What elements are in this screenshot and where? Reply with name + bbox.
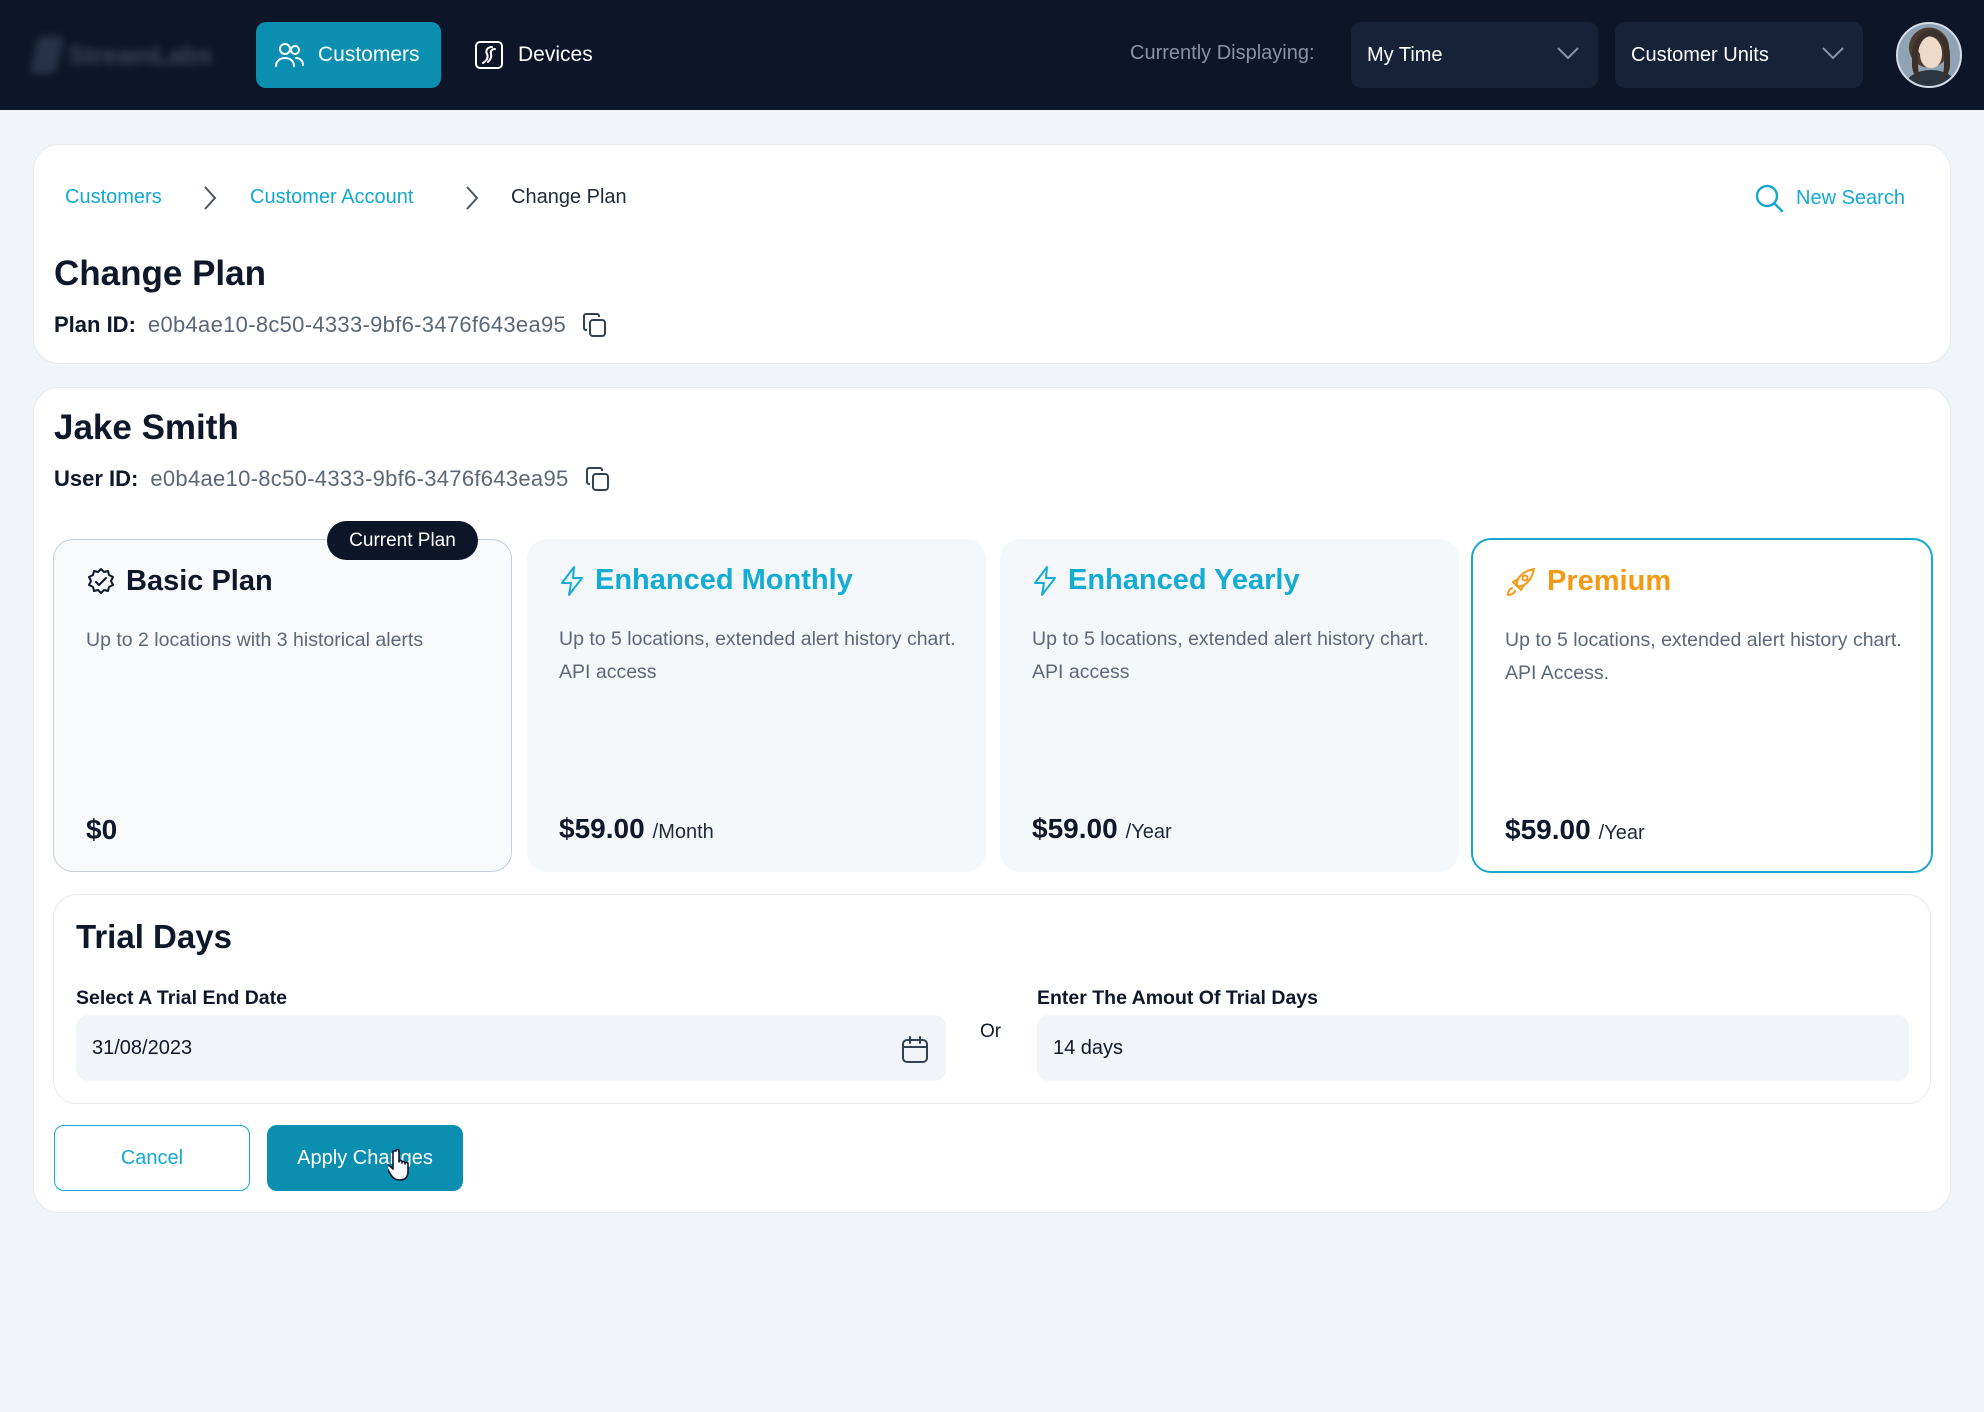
new-search-button[interactable]: New Search [1754,182,1905,214]
lightning-icon [1034,565,1056,596]
plan-id-value: e0b4ae10-8c50-4333-9bf6-3476f643ea95 [147,312,567,337]
current-plan-badge: Current Plan [327,521,478,560]
plan-title: Enhanced Monthly [559,564,853,597]
nav-devices-button[interactable]: Devices [472,22,622,88]
breadcrumb-current-page: Change Plan [511,186,627,208]
plan-price: $59.00 /Month [559,813,714,845]
breadcrumb-customer-account-link[interactable]: Customer Account [250,186,413,209]
nav-customers-label: Customers [318,43,420,66]
user-id-label: User ID: [54,466,139,491]
time-select[interactable]: My Time [1351,22,1598,88]
calendar-icon[interactable] [900,1035,930,1065]
plan-description: Up to 2 locations with 3 historical aler… [86,629,424,651]
plan-card-basic[interactable]: Basic Plan Up to 2 locations with 3 hist… [53,539,512,872]
copy-plan-id-button[interactable] [582,312,608,338]
plan-name: Enhanced Monthly [595,564,853,596]
logo-text: StreamLabs [68,39,212,70]
plan-price: $59.00 /Year [1505,814,1645,846]
copy-user-id-button[interactable] [585,466,611,492]
plan-id-label: Plan ID: [54,312,136,337]
plan-price-amount: $59.00 [559,813,645,844]
plan-description: Up to 5 locations, extended alert histor… [1505,629,1902,684]
trial-days-input[interactable]: 14 days [1037,1015,1909,1081]
plan-name: Enhanced Yearly [1068,564,1300,596]
plan-name: Basic Plan [126,565,273,597]
plan-price-period: /Year [1598,822,1645,844]
plan-id-row: Plan ID: e0b4ae10-8c50-4333-9bf6-3476f64… [54,312,608,338]
or-separator: Or [980,1021,1002,1042]
new-search-label: New Search [1796,186,1905,209]
chevron-right-icon [204,186,217,210]
plan-card-enhanced-yearly[interactable]: Enhanced Yearly Up to 5 locations, exten… [1000,539,1459,872]
plan-price-period: /Month [652,821,714,843]
plan-description: Up to 5 locations, extended alert histor… [1032,628,1429,683]
user-id-value: e0b4ae10-8c50-4333-9bf6-3476f643ea95 [150,466,569,491]
chevron-right-icon [466,186,479,210]
user-id-row: User ID: e0b4ae10-8c50-4333-9bf6-3476f64… [54,466,611,492]
search-icon [1755,184,1784,213]
avatar-face-shape [1920,38,1942,68]
plan-price-amount: $59.00 [1032,813,1118,844]
units-select[interactable]: Customer Units [1615,22,1863,88]
trial-end-date-value: 31/08/2023 [92,1036,193,1059]
app-logo[interactable]: StreamLabs [29,34,214,76]
plan-title: Enhanced Yearly [1032,564,1300,597]
check-badge-icon [88,567,114,594]
plan-description: Up to 5 locations, extended alert histor… [559,628,956,683]
trial-end-date-input[interactable]: 31/08/2023 [76,1015,946,1081]
plan-name: Premium [1547,565,1672,597]
cancel-button[interactable]: Cancel [54,1125,250,1191]
chevron-down-icon [1822,47,1844,60]
plan-price: $0 [86,814,117,846]
plan-title: Basic Plan [86,565,273,598]
nav-devices-label: Devices [518,43,593,66]
logo-mark-icon [29,36,65,74]
units-select-value: Customer Units [1631,43,1769,66]
trial-end-date-label: Select A Trial End Date [76,987,287,1009]
currently-displaying-label: Currently Displaying: [1130,42,1315,64]
plan-title: Premium [1505,565,1671,598]
plan-price-period: /Year [1125,821,1172,843]
top-navigation-bar: StreamLabs Customers Devices Currently D… [0,0,1984,110]
plan-price-amount: $59.00 [1505,814,1591,845]
user-avatar[interactable] [1896,22,1962,88]
device-icon [475,41,503,69]
trial-days-value: 14 days [1053,1036,1124,1059]
nav-customers-button[interactable]: Customers [256,22,441,88]
trial-days-title: Trial Days [76,918,232,955]
lightning-icon [561,565,583,596]
rocket-icon [1507,567,1535,596]
plan-card-premium[interactable]: Premium Up to 5 locations, extended aler… [1471,538,1933,873]
plan-price-amount: $0 [86,814,118,845]
page-title: Change Plan [54,254,266,293]
plan-price: $59.00 /Year [1032,813,1172,845]
customer-name: Jake Smith [54,408,239,447]
plan-card-enhanced-monthly[interactable]: Enhanced Monthly Up to 5 locations, exte… [527,539,986,872]
apply-changes-button[interactable]: Apply Changes [267,1125,463,1191]
chevron-down-icon [1557,47,1579,60]
trial-days-label: Enter The Amout Of Trial Days [1037,987,1318,1009]
time-select-value: My Time [1367,43,1443,66]
copy-icon [585,467,609,491]
users-icon [275,43,304,67]
breadcrumb-customers-link[interactable]: Customers [65,186,162,209]
copy-icon [583,313,607,337]
